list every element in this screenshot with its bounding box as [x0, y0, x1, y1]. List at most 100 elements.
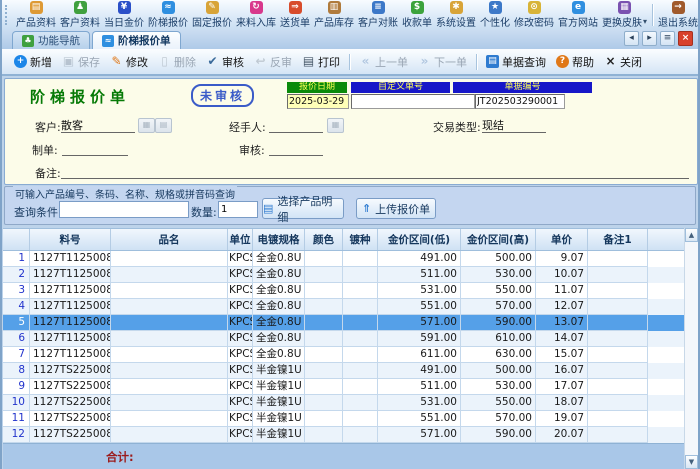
doc-search-button[interactable]: ▤单据查询: [481, 52, 551, 72]
tab-scroll-right-icon[interactable]: ▸: [642, 31, 657, 46]
table-cell: [588, 331, 648, 347]
column-header[interactable]: 金价区间(高): [461, 229, 536, 250]
table-row[interactable]: 101127TS225008KPCS半金镍1U531.00550.0018.07: [3, 395, 687, 411]
toolbar-item-settings[interactable]: ✱系统设置: [434, 0, 478, 30]
toolbar-item-gold-price[interactable]: ¥当日金价: [102, 0, 146, 30]
unaudit-button[interactable]: ↩反审: [249, 52, 297, 72]
toolbar-item-delivery[interactable]: ⇒送货单: [278, 0, 312, 30]
table-row[interactable]: 21127T1125008KPCS全金0.8U511.00530.0010.07: [3, 267, 687, 283]
table-cell: 1127T1125008: [30, 299, 111, 315]
table-cell: 1127T1125008: [30, 331, 111, 347]
table-cell: 19.07: [536, 411, 588, 427]
delete-button[interactable]: ▯删除: [153, 52, 201, 72]
column-header[interactable]: 备注1: [588, 229, 648, 250]
handler-lookup-icon[interactable]: ▦: [327, 118, 344, 133]
table-row[interactable]: 121127TS225008KPCS半金镍1U571.00590.0020.07: [3, 427, 687, 443]
quote-items-grid: 料号品名单位电镀规格颜色镀种金价区间(低)金价区间(高)单价备注1 11127T…: [3, 228, 687, 469]
customer-lookup-icon[interactable]: ▦: [138, 118, 155, 133]
toolbar-item-receipt[interactable]: $收款单: [400, 0, 434, 30]
exit-icon: →: [672, 1, 685, 14]
column-header[interactable]: 颜色: [305, 229, 343, 250]
toolbar-item-customers[interactable]: ♟客户资料: [58, 0, 102, 30]
column-header[interactable]: 品名: [111, 229, 228, 250]
close-button[interactable]: ×关闭: [599, 52, 647, 72]
table-row[interactable]: 111127TS225008KPCS半金镍1U551.00570.0019.07: [3, 411, 687, 427]
table-row[interactable]: 41127T1125008KPCS全金0.8U551.00570.0012.07: [3, 299, 687, 315]
table-cell: 570.00: [461, 411, 536, 427]
table-row[interactable]: 61127T1125008KPCS全金0.8U591.00610.0014.07: [3, 331, 687, 347]
toolbar-item-fixed-quote[interactable]: ✎固定报价: [190, 0, 234, 30]
upload-quote-button[interactable]: ⇑ 上传报价单: [356, 198, 436, 219]
query-condition-input[interactable]: [59, 201, 189, 218]
prev-doc-button[interactable]: «上一单: [354, 52, 413, 72]
help-button[interactable]: ?帮助: [551, 52, 599, 72]
table-cell: [343, 283, 378, 299]
column-header[interactable]: 电镀规格: [253, 229, 305, 250]
chevron-down-icon[interactable]: ▾: [643, 17, 647, 26]
column-header[interactable]: 料号: [30, 229, 111, 250]
table-cell: [343, 379, 378, 395]
handler-value[interactable]: [269, 117, 323, 133]
column-header[interactable]: 金价区间(低): [378, 229, 461, 250]
tab-scroll-left-icon[interactable]: ◂: [624, 31, 639, 46]
toolbar-item-label: 固定报价: [192, 14, 232, 29]
add-button[interactable]: +新增: [9, 52, 57, 72]
toolbar-item-label: 产品库存: [314, 14, 354, 29]
receipt-icon: $: [411, 1, 424, 14]
table-row[interactable]: 81127TS225008KPCS半金镍1U491.00500.0016.07: [3, 363, 687, 379]
tab-nav-tab[interactable]: ♣功能导航: [12, 31, 90, 49]
table-cell: 591.00: [378, 331, 461, 347]
toolbar-item-label: 系统设置: [436, 14, 476, 29]
toolbar-item-products[interactable]: ▤产品资料: [14, 0, 58, 30]
quote-date-input[interactable]: [287, 94, 349, 109]
custom-no-input[interactable]: [351, 94, 475, 109]
column-header[interactable]: 镀种: [343, 229, 378, 250]
select-products-button[interactable]: ▤ 选择产品明细: [262, 198, 344, 219]
toolbar-grip[interactable]: [5, 5, 10, 25]
print-button[interactable]: ▤打印: [297, 52, 345, 72]
trade-type-value[interactable]: 现结: [482, 117, 546, 133]
row-number-header[interactable]: [3, 229, 30, 250]
toolbar-item-password[interactable]: ⊙修改密码: [512, 0, 556, 30]
toolbar-item-inbound[interactable]: ↻来料入库: [234, 0, 278, 30]
save-button[interactable]: ▣保存: [57, 52, 105, 72]
table-row[interactable]: 31127T1125008KPCS全金0.8U531.00550.0011.07: [3, 283, 687, 299]
scroll-down-icon[interactable]: ▼: [685, 455, 698, 469]
toolbar-item-website[interactable]: e官方网站: [556, 0, 600, 30]
scroll-up-icon[interactable]: ▲: [685, 228, 698, 242]
tab-quote-tab[interactable]: ≈阶梯报价单: [92, 31, 181, 49]
remark-value[interactable]: [61, 163, 689, 179]
tab-close-icon[interactable]: ×: [678, 31, 693, 46]
audit-button[interactable]: ✔审核: [201, 52, 249, 72]
document-toolbar: +新增▣保存✎修改▯删除✔审核↩反审▤打印 «上一单»下一单 ▤单据查询?帮助×关闭: [2, 49, 698, 76]
column-header[interactable]: 单价: [536, 229, 588, 250]
toolbar-item-label: 送货单: [280, 14, 310, 29]
table-cell: KPCS: [228, 411, 253, 427]
next-doc-button[interactable]: »下一单: [413, 52, 472, 72]
trade-type-label: 交易类型:: [433, 119, 481, 135]
table-cell: 半金镍1U: [253, 395, 305, 411]
tabs-container: ♣功能导航≈阶梯报价单: [12, 31, 183, 49]
toolbar-item-skin[interactable]: ▦更换皮肤▾: [600, 0, 649, 30]
doc-no-input[interactable]: [475, 94, 565, 109]
app-window: ▤产品资料♟客户资料¥当日金价≈阶梯报价✎固定报价↻来料入库⇒送货单▥产品库存≡…: [0, 0, 700, 469]
table-row[interactable]: 71127T1125008KPCS全金0.8U611.00630.0015.07: [3, 347, 687, 363]
toolbar-item-reconcile[interactable]: ≡客户对账: [356, 0, 400, 30]
doc-search-icon: ▤: [486, 55, 499, 68]
table-row[interactable]: 91127TS225008KPCS半金镍1U511.00530.0017.07: [3, 379, 687, 395]
table-row[interactable]: 11127T1125008KPCS全金0.8U491.00500.009.07: [3, 251, 687, 267]
customer-value[interactable]: 散客: [61, 117, 135, 133]
tab-list-icon[interactable]: ≡: [660, 31, 675, 46]
toolbar-item-exit[interactable]: →退出系统: [656, 0, 698, 30]
toolbar-item-inventory[interactable]: ▥产品库存: [312, 0, 356, 30]
table-row[interactable]: 51127T1125008KPCS全金0.8U571.00590.0013.07: [3, 315, 687, 331]
customer-detail-icon[interactable]: ▤: [155, 118, 172, 133]
toolbar-item-tier-quote[interactable]: ≈阶梯报价: [146, 0, 190, 30]
quantity-input[interactable]: [218, 201, 258, 218]
toolbar-item-personalize[interactable]: ★个性化: [478, 0, 512, 30]
edit-button[interactable]: ✎修改: [105, 52, 153, 72]
table-cell: 511.00: [378, 379, 461, 395]
filler-header[interactable]: [648, 229, 687, 250]
vertical-scrollbar[interactable]: ▲ ▼: [684, 228, 698, 469]
column-header[interactable]: 单位: [228, 229, 253, 250]
